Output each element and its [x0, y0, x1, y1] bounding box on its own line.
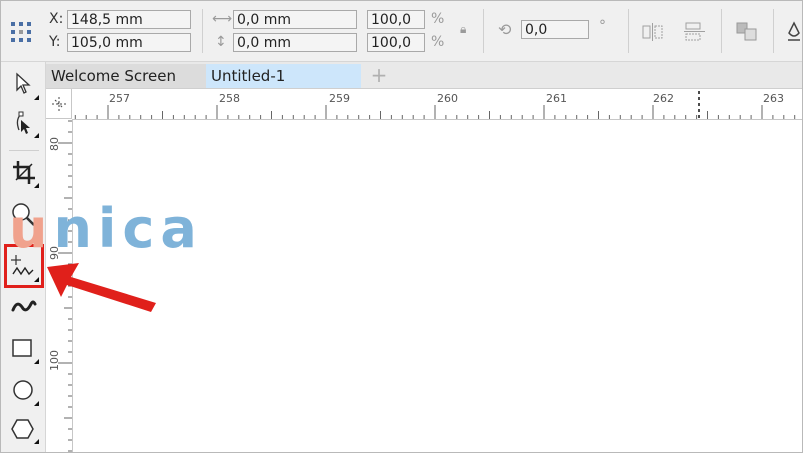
- mirror-horizontal-icon[interactable]: [641, 22, 665, 46]
- new-tab-button[interactable]: +: [368, 64, 390, 88]
- flyout-indicator: [34, 439, 39, 444]
- artistic-media-tool[interactable]: [9, 292, 39, 322]
- height-field[interactable]: 0,0 mm: [233, 33, 357, 52]
- rotate-icon: ⟲: [498, 20, 512, 39]
- ruler-number: 262: [653, 92, 674, 105]
- app-window: X: 148,5 mm Y: 105,0 mm ⟷ 0,0 mm ↕ 0,0 m…: [0, 0, 803, 453]
- flyout-indicator: [34, 401, 39, 406]
- y-position-field[interactable]: 105,0 mm: [67, 33, 191, 52]
- polygon-tool[interactable]: [9, 414, 39, 444]
- percent-label: %: [431, 11, 445, 27]
- property-bar: X: 148,5 mm Y: 105,0 mm ⟷ 0,0 mm ↕ 0,0 m…: [1, 1, 802, 62]
- quick-customize-icon[interactable]: [735, 20, 759, 48]
- lock-ratio-icon[interactable]: 🔒︎: [460, 22, 466, 37]
- flyout-indicator: [34, 95, 39, 100]
- watermark-rest: nica: [53, 197, 203, 260]
- separator: [721, 9, 722, 53]
- shape-tool[interactable]: [9, 108, 39, 138]
- width-icon: ⟷: [212, 11, 233, 27]
- ruler-origin[interactable]: [46, 89, 72, 119]
- drawing-canvas[interactable]: [73, 120, 802, 452]
- document-tab-bar: Welcome Screen Untitled-1 +: [46, 62, 802, 89]
- scale-y-field[interactable]: 100,0: [367, 33, 425, 52]
- width-field[interactable]: 0,0 mm: [233, 10, 357, 29]
- ruler-number: 80: [48, 137, 61, 151]
- watermark-first-letter: u: [9, 197, 54, 260]
- ruler-number: 257: [109, 92, 130, 105]
- degree-label: °: [599, 18, 606, 34]
- ruler-number: 100: [48, 350, 61, 371]
- tab-untitled-1[interactable]: Untitled-1: [206, 64, 361, 88]
- separator: [628, 9, 629, 53]
- annotation-arrow: [41, 259, 161, 318]
- percent-label: %: [431, 34, 445, 50]
- ruler-number: 260: [437, 92, 458, 105]
- y-label: Y:: [49, 34, 61, 50]
- red-arrow-icon: [47, 263, 156, 312]
- outline-pen-icon[interactable]: [786, 21, 802, 47]
- ruler-number: 259: [329, 92, 350, 105]
- flyout-indicator: [34, 133, 39, 138]
- x-label: X:: [49, 11, 64, 27]
- scale-x-field[interactable]: 100,0: [367, 10, 425, 29]
- rectangle-tool[interactable]: [9, 334, 39, 364]
- separator: [483, 9, 484, 53]
- flyout-indicator: [34, 359, 39, 364]
- ruler-number: 261: [546, 92, 567, 105]
- mirror-vertical-icon[interactable]: [683, 21, 707, 47]
- separator: [773, 9, 774, 53]
- horizontal-ruler[interactable]: 257 258 259 260 261 262 263: [72, 89, 802, 120]
- ellipse-tool[interactable]: [9, 376, 39, 406]
- crop-tool[interactable]: [9, 158, 39, 188]
- pick-tool[interactable]: [9, 70, 39, 100]
- flyout-indicator: [34, 183, 39, 188]
- artistic-media-tool-icon: [11, 300, 37, 312]
- ruler-origin-icon: [52, 97, 66, 111]
- ruler-number: 263: [763, 92, 784, 105]
- object-origin-icon[interactable]: [11, 22, 31, 42]
- separator: [202, 9, 203, 53]
- tab-welcome-screen[interactable]: Welcome Screen: [46, 64, 206, 88]
- rotation-field[interactable]: 0,0: [521, 20, 589, 39]
- ruler-number: 258: [219, 92, 240, 105]
- toolbox-separator: [9, 150, 39, 151]
- unica-watermark-logo: unica: [9, 197, 203, 260]
- x-position-field[interactable]: 148,5 mm: [67, 10, 191, 29]
- height-icon: ↕: [215, 34, 227, 50]
